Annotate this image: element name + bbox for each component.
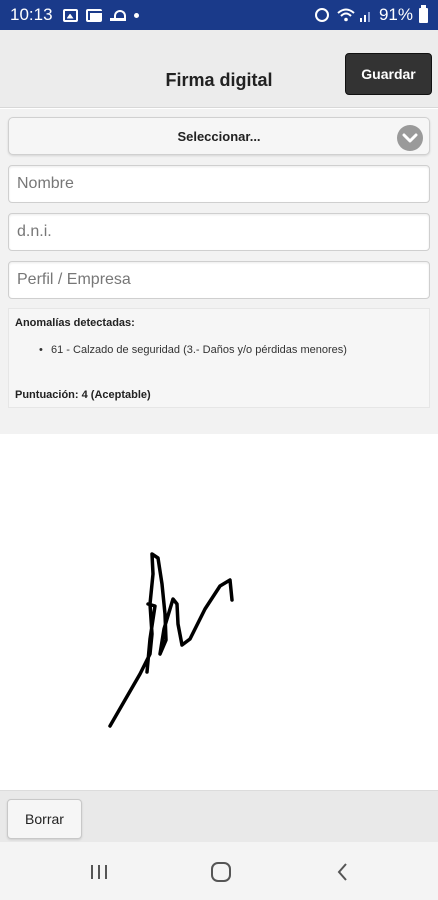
chevron-down-icon: [397, 125, 423, 151]
selector-value: Seleccionar...: [177, 129, 261, 144]
system-navigation-bar: [0, 842, 438, 900]
more-notifications-icon: [133, 12, 139, 18]
status-bar: 10:13 91%: [0, 0, 438, 30]
dni-field[interactable]: [8, 213, 430, 251]
selector-dropdown[interactable]: Seleccionar...: [8, 117, 430, 155]
status-time: 10:13: [10, 5, 53, 24]
profile-company-field[interactable]: [8, 261, 430, 299]
name-field[interactable]: [8, 165, 430, 203]
gallery-notification-icon: [62, 8, 78, 22]
bottom-toolbar: Borrar: [0, 790, 438, 842]
signature-stroke: [108, 552, 234, 728]
mail-notification-icon: [85, 8, 104, 22]
home-icon[interactable]: [201, 859, 241, 885]
back-icon[interactable]: [323, 859, 363, 885]
signal-icon: [359, 12, 370, 22]
battery-percent: 91%: [378, 5, 413, 24]
signature-form: Seleccionar... Anomalías detectadas: 61 …: [0, 109, 438, 434]
anomalies-heading: Anomalías detectadas:: [15, 317, 135, 329]
score-text: Puntuación: 4 (Aceptable): [15, 389, 151, 401]
recent-apps-icon[interactable]: [79, 859, 119, 885]
wifi-icon: [337, 8, 355, 22]
alarm-icon: [314, 8, 329, 22]
boat-notification-icon: [109, 9, 126, 21]
app-header: Firma digital Guardar: [0, 30, 438, 108]
anomalies-panel: Anomalías detectadas: 61 - Calzado de se…: [8, 308, 430, 408]
anomaly-item: 61 - Calzado de seguridad (3.- Daños y/o…: [39, 344, 347, 356]
clear-button[interactable]: Borrar: [7, 799, 82, 839]
battery-icon: [419, 4, 428, 23]
save-button[interactable]: Guardar: [345, 53, 432, 95]
signature-canvas[interactable]: [0, 434, 438, 790]
